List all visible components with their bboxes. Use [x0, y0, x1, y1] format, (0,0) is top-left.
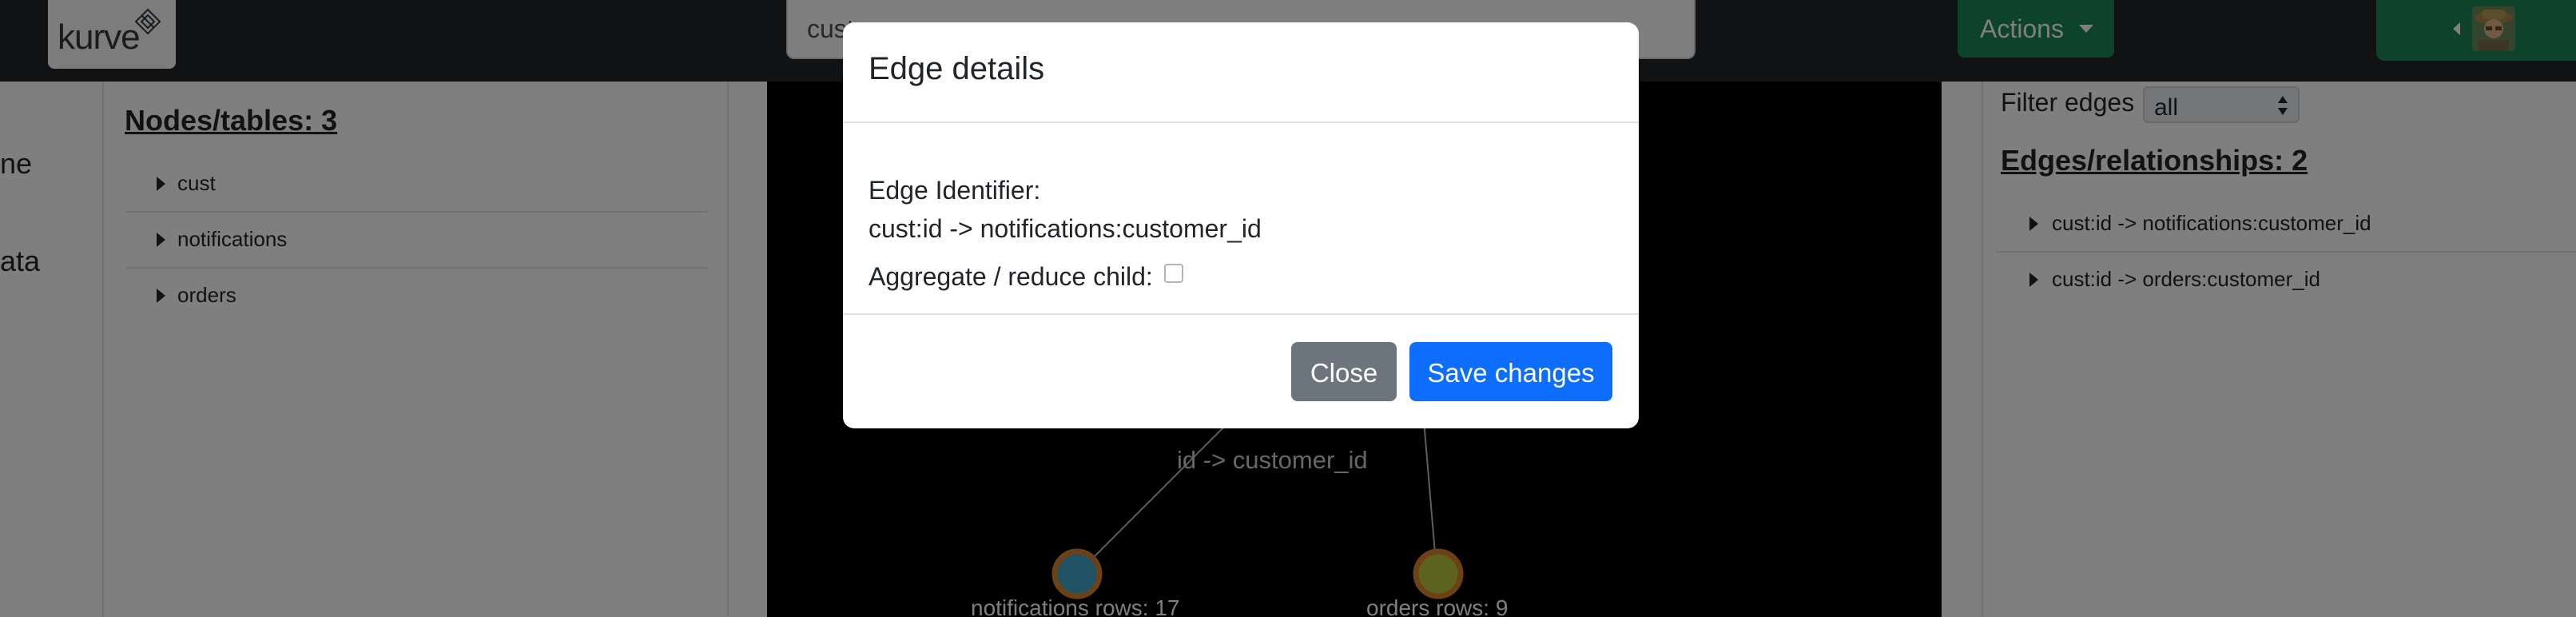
modal-body: Edge Identifier: cust:id -> notification…	[843, 125, 1639, 312]
close-button-label: Close	[1310, 358, 1378, 388]
close-button[interactable]: Close	[1291, 342, 1397, 401]
save-button-label: Save changes	[1427, 358, 1595, 388]
edge-identifier-value: cust:id -> notifications:customer_id	[869, 214, 1262, 243]
modal-title: Edge details	[869, 51, 1045, 86]
modal-footer: Close Save changes	[843, 313, 1639, 428]
edge-identifier-label: Edge Identifier:	[869, 176, 1041, 205]
aggregate-label: Aggregate / reduce child:	[869, 262, 1153, 291]
save-changes-button[interactable]: Save changes	[1409, 342, 1612, 401]
edge-details-modal: Edge details Edge Identifier: cust:id ->…	[843, 22, 1639, 428]
modal-header: Edge details	[843, 22, 1639, 123]
aggregate-checkbox[interactable]	[1164, 264, 1183, 283]
